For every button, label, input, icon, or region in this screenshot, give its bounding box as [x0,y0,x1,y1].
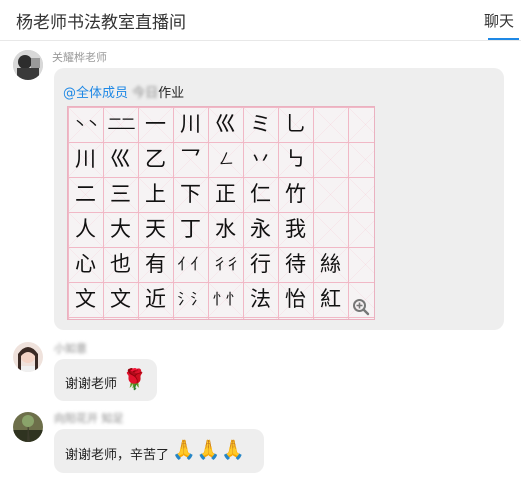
mention-all[interactable]: @全体成员 [63,86,128,101]
blurred-text: 今日 [132,86,159,101]
calligraphy-character: 乛 [180,147,201,171]
calligraphy-character: 行 [250,252,271,276]
calligraphy-character: 川 [75,147,96,171]
calligraphy-character: 忄忄 [212,290,240,308]
calligraphy-character: 天 [145,217,166,241]
calligraphy-character: 文 [75,287,96,311]
calligraphy-character: 心 [75,252,96,276]
calligraphy-character: 丁 [180,217,201,241]
calligraphy-character: 人 [75,217,96,241]
chat-header: 杨老师书法教室直播间 聊天 [0,0,521,41]
sender-name: 向阳花开 知足 [54,412,124,425]
calligraphy-character: 也 [110,252,131,276]
calligraphy-character: 待 [285,252,306,276]
calligraphy-character: 二 [75,182,96,206]
calligraphy-character: 氵氵 [177,290,205,308]
calligraphy-character: 巛 [110,147,131,171]
calligraphy-character: 上 [145,182,166,206]
avatar-image [13,412,43,442]
avatar[interactable] [13,50,43,80]
message-text: 谢谢老师 [65,377,118,392]
zoom-in-icon[interactable] [352,298,370,316]
calligraphy-character: 大 [110,217,131,241]
calligraphy-character: 文 [110,287,131,311]
calligraphy-character: 乚 [285,112,306,136]
calligraphy-homework-image[interactable]: 丶丶 二二一川巛ミ乚川巛乙乛 𠃋 丷㇉二三上下正仁竹人大天丁水永我心也有亻亻 彳彳行待絲… [67,106,375,320]
message-text: 作业 [158,86,185,101]
message-text: 谢谢老师，辛苦了 [65,448,170,463]
calligraphy-character: 下 [180,182,201,206]
tab-chat[interactable]: 聊天 [484,10,521,40]
message-bubble[interactable]: 谢谢老师，辛苦了 🙏🙏🙏 [54,429,264,473]
calligraphy-character: ミ [250,112,271,136]
calligraphy-character: 丶丶 [72,115,100,133]
sender-name: 关耀桦老师 [52,51,107,64]
calligraphy-character: 竹 [285,182,306,206]
calligraphy-character: 一 [145,112,166,136]
calligraphy-character: 有 [145,252,166,276]
sender-name: 小如意 [54,342,87,355]
calligraphy-character: 二二 [107,115,135,133]
calligraphy-character: ㇉ [285,147,306,171]
calligraphy-character: 三 [110,182,131,206]
calligraphy-character: 近 [145,287,166,311]
avatar-image [13,50,43,80]
calligraphy-character: 𠃋 [218,150,234,168]
calligraphy-character: 絲 [320,252,341,276]
praying-hands-emoji: 🙏🙏🙏 [172,439,246,461]
message-bubble[interactable]: 谢谢老师 🌹 [54,359,157,401]
calligraphy-character: 紅 [320,287,341,311]
calligraphy-character: 川 [180,112,201,136]
calligraphy-character: 亻亻 [177,255,205,273]
calligraphy-character: 我 [285,217,306,241]
rose-emoji: 🌹 [122,367,147,391]
avatar-image [13,342,43,372]
calligraphy-character: 永 [250,217,271,241]
calligraphy-character: 水 [215,217,236,241]
calligraphy-character: 彳彳 [212,255,240,273]
calligraphy-character: 怡 [285,287,306,311]
room-title: 杨老师书法教室直播间 [16,13,186,33]
calligraphy-character: 法 [250,287,271,311]
calligraphy-character: 乙 [145,147,166,171]
calligraphy-character: 巛 [215,112,236,136]
calligraphy-character: 仁 [250,182,271,206]
tab-active-indicator [488,38,519,40]
avatar[interactable] [13,412,43,442]
calligraphy-character: 正 [215,182,236,206]
avatar[interactable] [13,342,43,372]
calligraphy-character: 丷 [250,147,271,171]
